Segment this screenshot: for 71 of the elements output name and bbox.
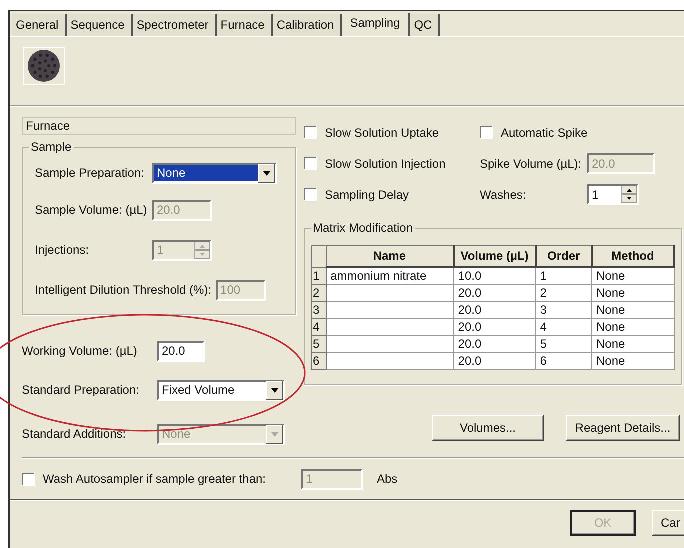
table-cell[interactable] bbox=[326, 352, 454, 370]
checkbox-label: Wash Autosampler if sample greater than: bbox=[43, 472, 267, 486]
checkbox-label: Automatic Spike bbox=[501, 126, 588, 140]
group-title: Matrix Modification bbox=[311, 221, 416, 235]
section-header: Furnace bbox=[22, 117, 296, 136]
column-header[interactable]: Method bbox=[592, 246, 674, 267]
table-cell[interactable] bbox=[326, 284, 454, 302]
table-cell[interactable]: 10.0 bbox=[454, 267, 536, 284]
dialog-button[interactable]: Volumes... bbox=[432, 415, 544, 441]
checkbox[interactable] bbox=[304, 126, 317, 139]
autosampler-tray-icon bbox=[23, 47, 65, 85]
table-cell[interactable] bbox=[326, 336, 454, 352]
column-header[interactable]: Order bbox=[536, 246, 592, 267]
table-cell[interactable]: 20.0 bbox=[454, 302, 536, 318]
row-number: 2 bbox=[312, 284, 326, 302]
table-cell[interactable]: 20.0 bbox=[454, 284, 536, 302]
column-header[interactable]: Volume (µL) bbox=[454, 246, 536, 267]
spinner-field[interactable]: 1 bbox=[587, 184, 639, 205]
table-cell[interactable]: 1 bbox=[536, 267, 592, 284]
table-cell[interactable] bbox=[326, 318, 454, 336]
tab[interactable]: Spectrometer bbox=[132, 14, 217, 36]
table-cell[interactable]: 20.0 bbox=[454, 352, 536, 370]
table-cell[interactable]: None bbox=[592, 318, 674, 336]
checkbox[interactable] bbox=[304, 188, 317, 201]
field-label: Spike Volume (µL): bbox=[480, 156, 583, 170]
dialog-button[interactable]: Reagent Details... bbox=[566, 415, 680, 441]
group-title: Sample bbox=[29, 140, 74, 154]
tab[interactable]: General bbox=[12, 14, 67, 36]
table-cell[interactable]: 20.0 bbox=[454, 318, 536, 336]
table-cell[interactable]: 5 bbox=[536, 336, 592, 352]
field-label: Sample Volume: (µL) bbox=[35, 203, 148, 218]
input-field[interactable]: 20.0 bbox=[157, 340, 205, 362]
table-cell[interactable]: None bbox=[592, 267, 674, 284]
dialog-button[interactable]: Car bbox=[652, 510, 684, 536]
tab[interactable]: Furnace bbox=[216, 14, 273, 36]
row-number: 4 bbox=[312, 318, 326, 336]
row-number: 1 bbox=[312, 267, 326, 284]
checkbox-label: Slow Solution Injection bbox=[325, 156, 446, 170]
dropdown[interactable]: Fixed Volume bbox=[157, 380, 285, 401]
tab[interactable]: QC bbox=[410, 14, 440, 36]
table-cell[interactable]: None bbox=[592, 352, 674, 370]
field-label: Injections: bbox=[35, 243, 90, 258]
checkbox[interactable] bbox=[480, 126, 493, 139]
field-label: Sample Preparation: bbox=[35, 166, 146, 180]
table-cell[interactable]: 2 bbox=[536, 284, 592, 302]
spin-arrows-icon[interactable] bbox=[621, 186, 637, 203]
field-label: Intelligent Dilution Threshold (%): bbox=[35, 283, 213, 298]
table-cell[interactable]: 4 bbox=[536, 318, 592, 336]
table-cell[interactable]: 6 bbox=[536, 352, 592, 370]
table-cell[interactable]: None bbox=[592, 336, 674, 352]
field-label: Standard Additions: bbox=[22, 427, 128, 442]
checkbox[interactable] bbox=[304, 157, 317, 170]
table-cell[interactable]: 3 bbox=[536, 302, 592, 318]
field-label: Standard Preparation: bbox=[22, 383, 140, 398]
table-cell[interactable]: 20.0 bbox=[454, 336, 536, 352]
field-label: Working Volume: (µL) bbox=[22, 344, 138, 358]
field-label: Washes: bbox=[480, 188, 528, 202]
dropdown[interactable]: None bbox=[152, 162, 277, 184]
table-cell[interactable]: None bbox=[592, 302, 674, 318]
column-header[interactable]: Name bbox=[326, 246, 454, 267]
checkbox-label: Slow Solution Uptake bbox=[325, 126, 440, 140]
table-cell[interactable]: None bbox=[592, 284, 674, 302]
tab[interactable]: Calibration bbox=[272, 14, 342, 36]
row-number: 3 bbox=[312, 302, 326, 318]
checkbox-label: Sampling Delay bbox=[325, 188, 410, 202]
table-cell[interactable]: ammonium nitrate bbox=[326, 267, 454, 284]
row-number: 5 bbox=[312, 336, 326, 352]
tab[interactable]: Sequence bbox=[66, 14, 133, 36]
unit-label: Abs bbox=[377, 472, 398, 486]
row-number: 6 bbox=[312, 352, 326, 370]
table-cell[interactable] bbox=[326, 302, 454, 318]
